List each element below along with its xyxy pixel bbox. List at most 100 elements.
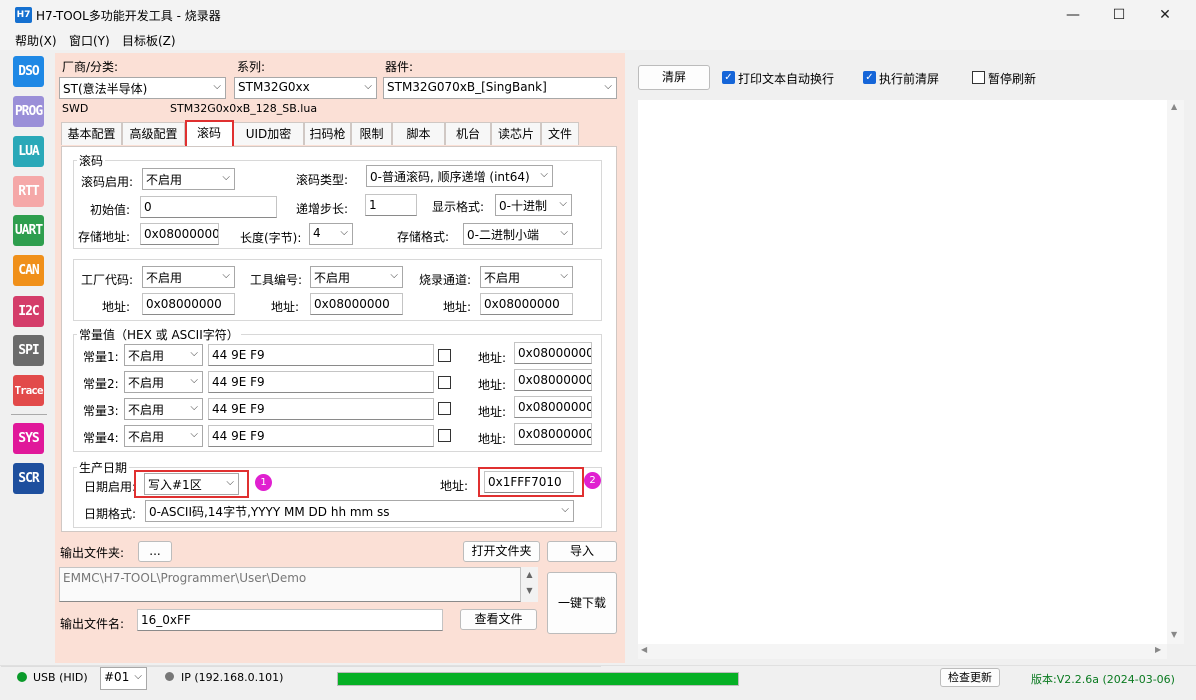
menu-target-board[interactable]: 目标板(Z) (122, 32, 176, 49)
tool-number-select[interactable]: 不启用 ⌵ (310, 266, 403, 288)
sidebar-dso-button[interactable]: DSO (13, 56, 44, 87)
browse-folder-button[interactable]: ... (138, 541, 172, 562)
tab-advanced[interactable]: 高级配置 (122, 122, 185, 145)
view-file-button[interactable]: 查看文件 (460, 609, 537, 630)
tab-limit[interactable]: 限制 (351, 122, 392, 145)
tool-addr-input[interactable]: 0x08000000 (310, 293, 403, 315)
constant-2-checkbox[interactable] (438, 376, 451, 389)
callout-badge-2: 2 (584, 472, 601, 489)
log-output-area[interactable] (638, 100, 1167, 644)
display-format-label: 显示格式: (432, 200, 485, 214)
sidebar-spi-button[interactable]: SPI (13, 335, 44, 366)
tab-file[interactable]: 文件 (541, 122, 579, 145)
title-bar: H7 H7-TOOL多功能开发工具 - 烧录器 — ☐ ✕ (0, 0, 1196, 30)
step-input[interactable]: 1 (365, 194, 417, 216)
app-icon: H7 (15, 7, 32, 23)
rolling-enable-select[interactable]: 不启用 ⌵ (142, 168, 235, 190)
channel-addr-input[interactable]: 0x08000000 (480, 293, 573, 315)
auto-wrap-checkbox[interactable]: ✓ (722, 71, 735, 84)
tab-machine[interactable]: 机台 (445, 122, 491, 145)
rolling-type-label: 滚码类型: (296, 173, 349, 187)
date-format-select[interactable]: 0-ASCII码,14字节,YYYY MM DD hh mm ss ⌵ (145, 500, 574, 522)
constant-4-mode-select[interactable]: 不启用 ⌵ (124, 425, 203, 447)
series-select[interactable]: STM32G0xx ⌵ (234, 77, 377, 99)
open-folder-button[interactable]: 打开文件夹 (463, 541, 540, 562)
log-horizontal-scrollbar[interactable]: ◀ ▶ (638, 644, 1167, 659)
tab-basic[interactable]: 基本配置 (61, 122, 122, 145)
burn-channel-value: 不启用 (484, 271, 521, 285)
output-file-label: 输出文件名: (60, 617, 125, 631)
minimize-button[interactable]: — (1050, 0, 1096, 30)
vendor-label: 厂商/分类: (62, 60, 119, 74)
tab-scanner[interactable]: 扫码枪 (304, 122, 351, 145)
chevron-down-icon: ⌵ (560, 270, 568, 281)
sidebar-uart-button[interactable]: UART (13, 215, 44, 246)
sidebar-trace-button[interactable]: Trace (13, 375, 44, 406)
menu-window[interactable]: 窗口(Y) (69, 32, 110, 49)
constant-2-value-input[interactable]: 44 9E F9 (208, 371, 434, 393)
clear-before-run-checkbox[interactable]: ✓ (863, 71, 876, 84)
chevron-down-icon: ⌵ (559, 198, 567, 209)
constant-2-mode-select[interactable]: 不启用 ⌵ (124, 371, 203, 393)
constant-4-checkbox[interactable] (438, 429, 451, 442)
constant-1-mode-select[interactable]: 不启用 ⌵ (124, 344, 203, 366)
sidebar-can-button[interactable]: CAN (13, 255, 44, 286)
chip-select[interactable]: STM32G070xB_[SingBank] ⌵ (383, 77, 617, 99)
sidebar-i2c-button[interactable]: I2C (13, 296, 44, 327)
rolling-type-select[interactable]: 0-普通滚码, 顺序递增 (int64) ⌵ (366, 165, 553, 187)
length-select[interactable]: 4 ⌵ (309, 223, 353, 245)
usb-status-label: USB (HID) (33, 671, 88, 684)
chevron-down-icon: ⌵ (604, 81, 612, 92)
tool-number-label: 工具编号: (250, 273, 303, 287)
close-button[interactable]: ✕ (1142, 0, 1188, 30)
factory-code-label: 工厂代码: (81, 273, 134, 287)
constant-1-value-input[interactable]: 44 9E F9 (208, 344, 434, 366)
constant-3-label: 常量3: (83, 404, 119, 418)
import-button[interactable]: 导入 (547, 541, 617, 562)
tab-uid-encrypt[interactable]: UID加密 (233, 122, 304, 145)
check-update-button[interactable]: 检查更新 (940, 668, 1000, 687)
sidebar-lua-button[interactable]: LUA (13, 136, 44, 167)
init-value-input[interactable]: 0 (140, 196, 277, 218)
display-format-select[interactable]: 0-十进制 ⌵ (495, 194, 572, 216)
tab-highlight-box (185, 120, 234, 148)
store-format-select[interactable]: 0-二进制小端 ⌵ (463, 223, 573, 245)
store-format-value: 0-二进制小端 (467, 228, 539, 242)
one-click-download-button[interactable]: 一键下载 (547, 572, 617, 634)
sidebar-scr-button[interactable]: SCR (13, 463, 44, 494)
maximize-button[interactable]: ☐ (1096, 0, 1142, 30)
constant-2-label: 常量2: (83, 377, 119, 391)
sidebar-sys-button[interactable]: SYS (13, 423, 44, 454)
factory-addr-input[interactable]: 0x08000000 (142, 293, 235, 315)
path-scrollbar[interactable]: ▲ ▼ (521, 567, 538, 602)
burn-channel-select[interactable]: 不启用 ⌵ (480, 266, 573, 288)
port-select[interactable]: #01 ⌵ (100, 667, 147, 690)
rolling-type-value: 0-普通滚码, 顺序递增 (int64) (370, 170, 530, 184)
pause-refresh-checkbox[interactable] (972, 71, 985, 84)
vendor-select[interactable]: ST(意法半导体) ⌵ (59, 77, 226, 99)
clear-before-run-label: 执行前清屏 (879, 72, 940, 86)
constant-3-mode-select[interactable]: 不启用 ⌵ (124, 398, 203, 420)
sidebar-prog-button[interactable]: PROG (13, 96, 44, 127)
output-path-field[interactable]: EMMC\H7-TOOL\Programmer\User\Demo (59, 567, 521, 602)
tab-script[interactable]: 脚本 (392, 122, 445, 145)
clear-screen-button[interactable]: 清屏 (638, 65, 710, 90)
tab-read-chip[interactable]: 读芯片 (491, 122, 541, 145)
rolling-enable-value: 不启用 (146, 173, 183, 187)
constant-3-value-input[interactable]: 44 9E F9 (208, 398, 434, 420)
scroll-left-icon: ◀ (641, 645, 648, 654)
constant-1-addr-input[interactable]: 0x08000000 (514, 342, 592, 364)
constant-4-addr-input[interactable]: 0x08000000 (514, 423, 592, 445)
constant-3-addr-input[interactable]: 0x08000000 (514, 396, 592, 418)
constant-2-addr-input[interactable]: 0x08000000 (514, 369, 592, 391)
factory-code-select[interactable]: 不启用 ⌵ (142, 266, 235, 288)
constant-4-value-input[interactable]: 44 9E F9 (208, 425, 434, 447)
constant-3-checkbox[interactable] (438, 402, 451, 415)
constant-1-checkbox[interactable] (438, 349, 451, 362)
usb-status-icon (17, 672, 27, 682)
log-vertical-scrollbar[interactable]: ▲ ▼ (1167, 100, 1184, 644)
store-addr-input[interactable]: 0x08000000 (140, 223, 219, 245)
sidebar-rtt-button[interactable]: RTT (13, 176, 44, 207)
output-file-input[interactable]: 16_0xFF (137, 609, 443, 631)
menu-help[interactable]: 帮助(X) (15, 32, 57, 49)
